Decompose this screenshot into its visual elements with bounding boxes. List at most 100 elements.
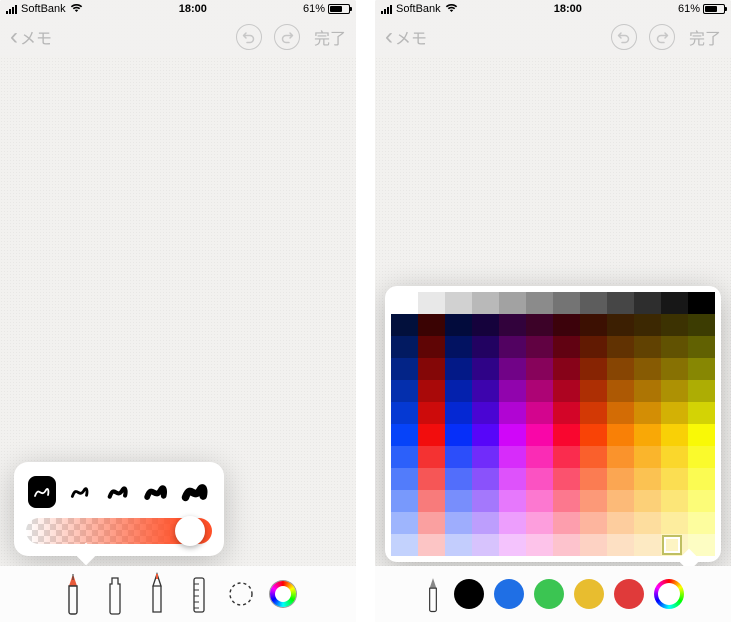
color-cell[interactable] — [418, 490, 445, 512]
color-cell[interactable] — [418, 336, 445, 358]
color-cell[interactable] — [418, 424, 445, 446]
color-cell[interactable] — [445, 314, 472, 336]
color-cell[interactable] — [553, 358, 580, 380]
color-cell[interactable] — [634, 512, 661, 534]
color-cell[interactable] — [499, 292, 526, 314]
color-cell[interactable] — [418, 358, 445, 380]
color-cell[interactable] — [688, 424, 715, 446]
color-cell[interactable] — [580, 314, 607, 336]
color-cell[interactable] — [634, 380, 661, 402]
redo-button[interactable] — [274, 24, 300, 50]
color-cell[interactable] — [580, 358, 607, 380]
color-cell[interactable] — [499, 424, 526, 446]
color-cell[interactable] — [580, 490, 607, 512]
color-cell[interactable] — [634, 468, 661, 490]
color-cell[interactable] — [553, 424, 580, 446]
color-swatch-red[interactable] — [614, 579, 644, 609]
color-cell[interactable] — [661, 490, 688, 512]
color-cell[interactable] — [661, 292, 688, 314]
back-button[interactable]: ‹ メモ — [385, 25, 427, 49]
color-cell[interactable] — [553, 468, 580, 490]
color-cell[interactable] — [472, 490, 499, 512]
color-cell[interactable] — [607, 358, 634, 380]
color-picker-button[interactable] — [654, 579, 684, 609]
color-cell[interactable] — [607, 490, 634, 512]
color-cell[interactable] — [634, 424, 661, 446]
color-cell[interactable] — [661, 336, 688, 358]
color-cell[interactable] — [445, 468, 472, 490]
color-cell[interactable] — [445, 292, 472, 314]
color-cell[interactable] — [472, 358, 499, 380]
color-cell[interactable] — [445, 402, 472, 424]
color-cell[interactable] — [688, 292, 715, 314]
color-cell[interactable] — [418, 468, 445, 490]
color-cell[interactable] — [526, 402, 553, 424]
color-cell[interactable] — [499, 534, 526, 556]
color-cell[interactable] — [418, 534, 445, 556]
color-cell[interactable] — [418, 512, 445, 534]
color-cell[interactable] — [499, 336, 526, 358]
color-grid[interactable] — [391, 292, 715, 556]
color-cell[interactable] — [688, 314, 715, 336]
color-cell[interactable] — [661, 424, 688, 446]
redo-button[interactable] — [649, 24, 675, 50]
color-swatch-black[interactable] — [454, 579, 484, 609]
color-cell[interactable] — [634, 490, 661, 512]
color-cell[interactable] — [580, 446, 607, 468]
color-cell[interactable] — [688, 336, 715, 358]
color-cell[interactable] — [418, 380, 445, 402]
color-cell[interactable] — [553, 292, 580, 314]
color-cell[interactable] — [607, 314, 634, 336]
color-swatch-yellow[interactable] — [574, 579, 604, 609]
undo-button[interactable] — [611, 24, 637, 50]
ruler-tool[interactable] — [185, 574, 213, 614]
color-cell[interactable] — [391, 446, 418, 468]
lasso-tool[interactable] — [227, 574, 255, 614]
done-button[interactable]: 完了 — [314, 25, 346, 49]
color-cell[interactable] — [688, 512, 715, 534]
color-cell[interactable] — [499, 402, 526, 424]
color-cell[interactable] — [445, 490, 472, 512]
color-cell[interactable] — [391, 468, 418, 490]
color-cell[interactable] — [499, 446, 526, 468]
color-cell[interactable] — [445, 534, 472, 556]
color-cell[interactable] — [499, 512, 526, 534]
color-cell[interactable] — [607, 292, 634, 314]
stroke-weight-2[interactable] — [66, 476, 94, 508]
color-cell[interactable] — [391, 292, 418, 314]
color-cell[interactable] — [607, 512, 634, 534]
color-cell[interactable] — [472, 534, 499, 556]
color-cell[interactable] — [634, 314, 661, 336]
color-cell[interactable] — [526, 424, 553, 446]
color-cell[interactable] — [391, 314, 418, 336]
color-cell[interactable] — [553, 402, 580, 424]
color-cell[interactable] — [472, 336, 499, 358]
color-cell[interactable] — [688, 446, 715, 468]
color-cell[interactable] — [607, 336, 634, 358]
color-cell[interactable] — [661, 468, 688, 490]
color-cell[interactable] — [580, 534, 607, 556]
color-cell[interactable] — [607, 468, 634, 490]
color-cell[interactable] — [499, 314, 526, 336]
color-cell[interactable] — [607, 446, 634, 468]
color-cell[interactable] — [526, 512, 553, 534]
color-cell[interactable] — [391, 424, 418, 446]
color-cell[interactable] — [688, 402, 715, 424]
color-cell[interactable] — [445, 336, 472, 358]
color-cell[interactable] — [391, 402, 418, 424]
color-cell[interactable] — [499, 358, 526, 380]
color-cell[interactable] — [580, 424, 607, 446]
color-cell[interactable] — [661, 446, 688, 468]
color-cell[interactable] — [472, 446, 499, 468]
color-swatch-green[interactable] — [534, 579, 564, 609]
color-cell[interactable] — [391, 534, 418, 556]
color-cell[interactable] — [661, 314, 688, 336]
color-cell[interactable] — [688, 380, 715, 402]
color-cell[interactable] — [634, 358, 661, 380]
color-cell[interactable] — [634, 446, 661, 468]
color-cell[interactable] — [553, 534, 580, 556]
opacity-slider[interactable] — [26, 518, 212, 544]
color-cell[interactable] — [553, 490, 580, 512]
color-cell[interactable] — [526, 358, 553, 380]
color-swatch-blue[interactable] — [494, 579, 524, 609]
